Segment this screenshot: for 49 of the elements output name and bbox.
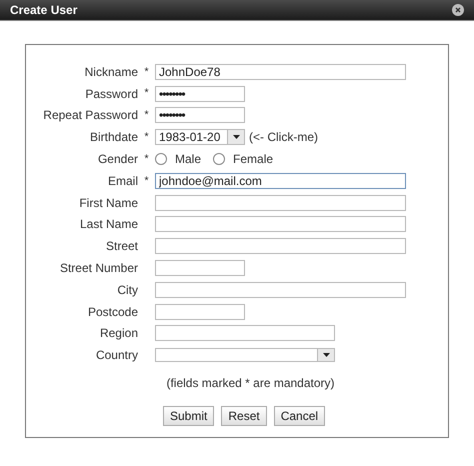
- input-field[interactable]: [155, 238, 406, 254]
- field-label: Gender: [96, 151, 138, 168]
- field-label: Street: [104, 238, 138, 256]
- form-button[interactable]: Cancel: [274, 406, 326, 426]
- close-icon[interactable]: [452, 4, 464, 16]
- radio-button[interactable]: [213, 153, 226, 166]
- input-field[interactable]: ••••••••: [155, 107, 245, 124]
- date-value: 1983-01-20: [158, 129, 222, 146]
- input-field[interactable]: [155, 216, 406, 232]
- input-field[interactable]: [155, 325, 335, 342]
- input-field[interactable]: JohnDoe78: [155, 64, 406, 80]
- dropdown-button[interactable]: [317, 349, 334, 362]
- input-field[interactable]: ••••••••: [155, 86, 245, 102]
- hint-text: (<- Click-me): [249, 129, 318, 146]
- field-label: Country: [94, 347, 138, 364]
- input-field[interactable]: [155, 304, 245, 320]
- required-marker: *: [144, 64, 149, 80]
- field-label: Repeat Password: [42, 107, 138, 124]
- field-label: Email: [106, 172, 138, 190]
- input-field[interactable]: [155, 194, 406, 211]
- dropdown-button[interactable]: [227, 130, 244, 144]
- caret-icon: [232, 135, 240, 140]
- field-label: Birthdate: [88, 129, 138, 146]
- input-field[interactable]: [155, 282, 406, 298]
- note-text: (fields marked * are mandatory): [166, 375, 335, 392]
- field-label: Region: [98, 325, 138, 342]
- field-label: Nickname: [84, 64, 138, 81]
- required-marker: *: [144, 86, 149, 102]
- window-title: Create User: [10, 2, 78, 19]
- field-label: Password: [84, 86, 138, 103]
- required-marker: *: [144, 152, 149, 167]
- required-marker: *: [144, 130, 149, 146]
- select-field[interactable]: [155, 348, 335, 362]
- radio-option[interactable]: Female: [213, 150, 274, 168]
- caret-icon: [322, 353, 330, 358]
- radio-option[interactable]: Male: [155, 150, 202, 168]
- field-label: Last Name: [78, 216, 138, 234]
- date-field[interactable]: 1983-01-20: [155, 129, 245, 146]
- radio-button[interactable]: [155, 153, 167, 166]
- required-marker: *: [144, 108, 149, 124]
- input-field[interactable]: johndoe@mail.com: [155, 172, 406, 189]
- field-label: Postcode: [86, 304, 138, 321]
- field-label: Street Number: [58, 260, 138, 278]
- form-button[interactable]: Reset: [221, 406, 267, 426]
- field-label: First Name: [78, 194, 138, 212]
- required-marker: *: [144, 174, 149, 189]
- form-button[interactable]: Submit: [163, 406, 214, 426]
- input-field[interactable]: [155, 260, 245, 276]
- field-label: City: [116, 282, 138, 299]
